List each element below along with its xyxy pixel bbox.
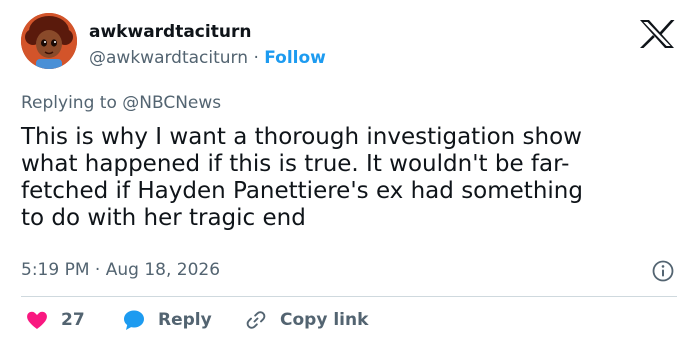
separator-dot: ·: [253, 48, 259, 68]
follow-button[interactable]: Follow: [264, 48, 326, 68]
avatar[interactable]: [21, 13, 77, 69]
timestamp[interactable]: 5:19 PM · Aug 18, 2026: [21, 262, 220, 279]
heart-icon: [27, 311, 47, 329]
like-button[interactable]: 27: [25, 308, 85, 332]
copy-link-button[interactable]: Copy link: [244, 308, 368, 332]
separator-dot: ·: [94, 260, 101, 280]
reply-context: Replying to @NBCNews: [21, 95, 221, 112]
x-logo-icon[interactable]: [637, 18, 677, 50]
like-count: 27: [61, 310, 85, 330]
cartoon-avatar-icon: [21, 13, 77, 69]
reply-button[interactable]: Reply: [122, 308, 212, 332]
copy-link-label: Copy link: [280, 310, 369, 330]
reply-mention-link[interactable]: @NBCNews: [122, 93, 221, 113]
author-display-name[interactable]: awkwardtaciturn: [89, 24, 251, 41]
tweet-text-line: to do with her tragic end: [21, 205, 306, 231]
author-handle-row: @awkwardtaciturn · Follow: [89, 50, 326, 67]
tweet-text-line: fetched if Hayden Panettiere's ex had so…: [21, 178, 583, 204]
tweet-date: Aug 18, 2026: [105, 260, 221, 280]
tweet-text-line: This is why I want a thorough investigat…: [21, 124, 582, 150]
tweet-time: 5:19 PM: [21, 260, 90, 280]
tweet-text: This is why I want a thorough investigat…: [21, 124, 671, 232]
reply-context-prefix: Replying to: [21, 93, 117, 113]
info-icon[interactable]: [651, 259, 675, 283]
author-handle[interactable]: @awkwardtaciturn: [89, 48, 248, 68]
tweet-text-line: what happened if this is true. It wouldn…: [21, 151, 570, 177]
divider: [21, 296, 677, 297]
link-icon: [246, 311, 266, 329]
reply-bubble-icon: [124, 310, 144, 330]
reply-label: Reply: [158, 310, 212, 330]
